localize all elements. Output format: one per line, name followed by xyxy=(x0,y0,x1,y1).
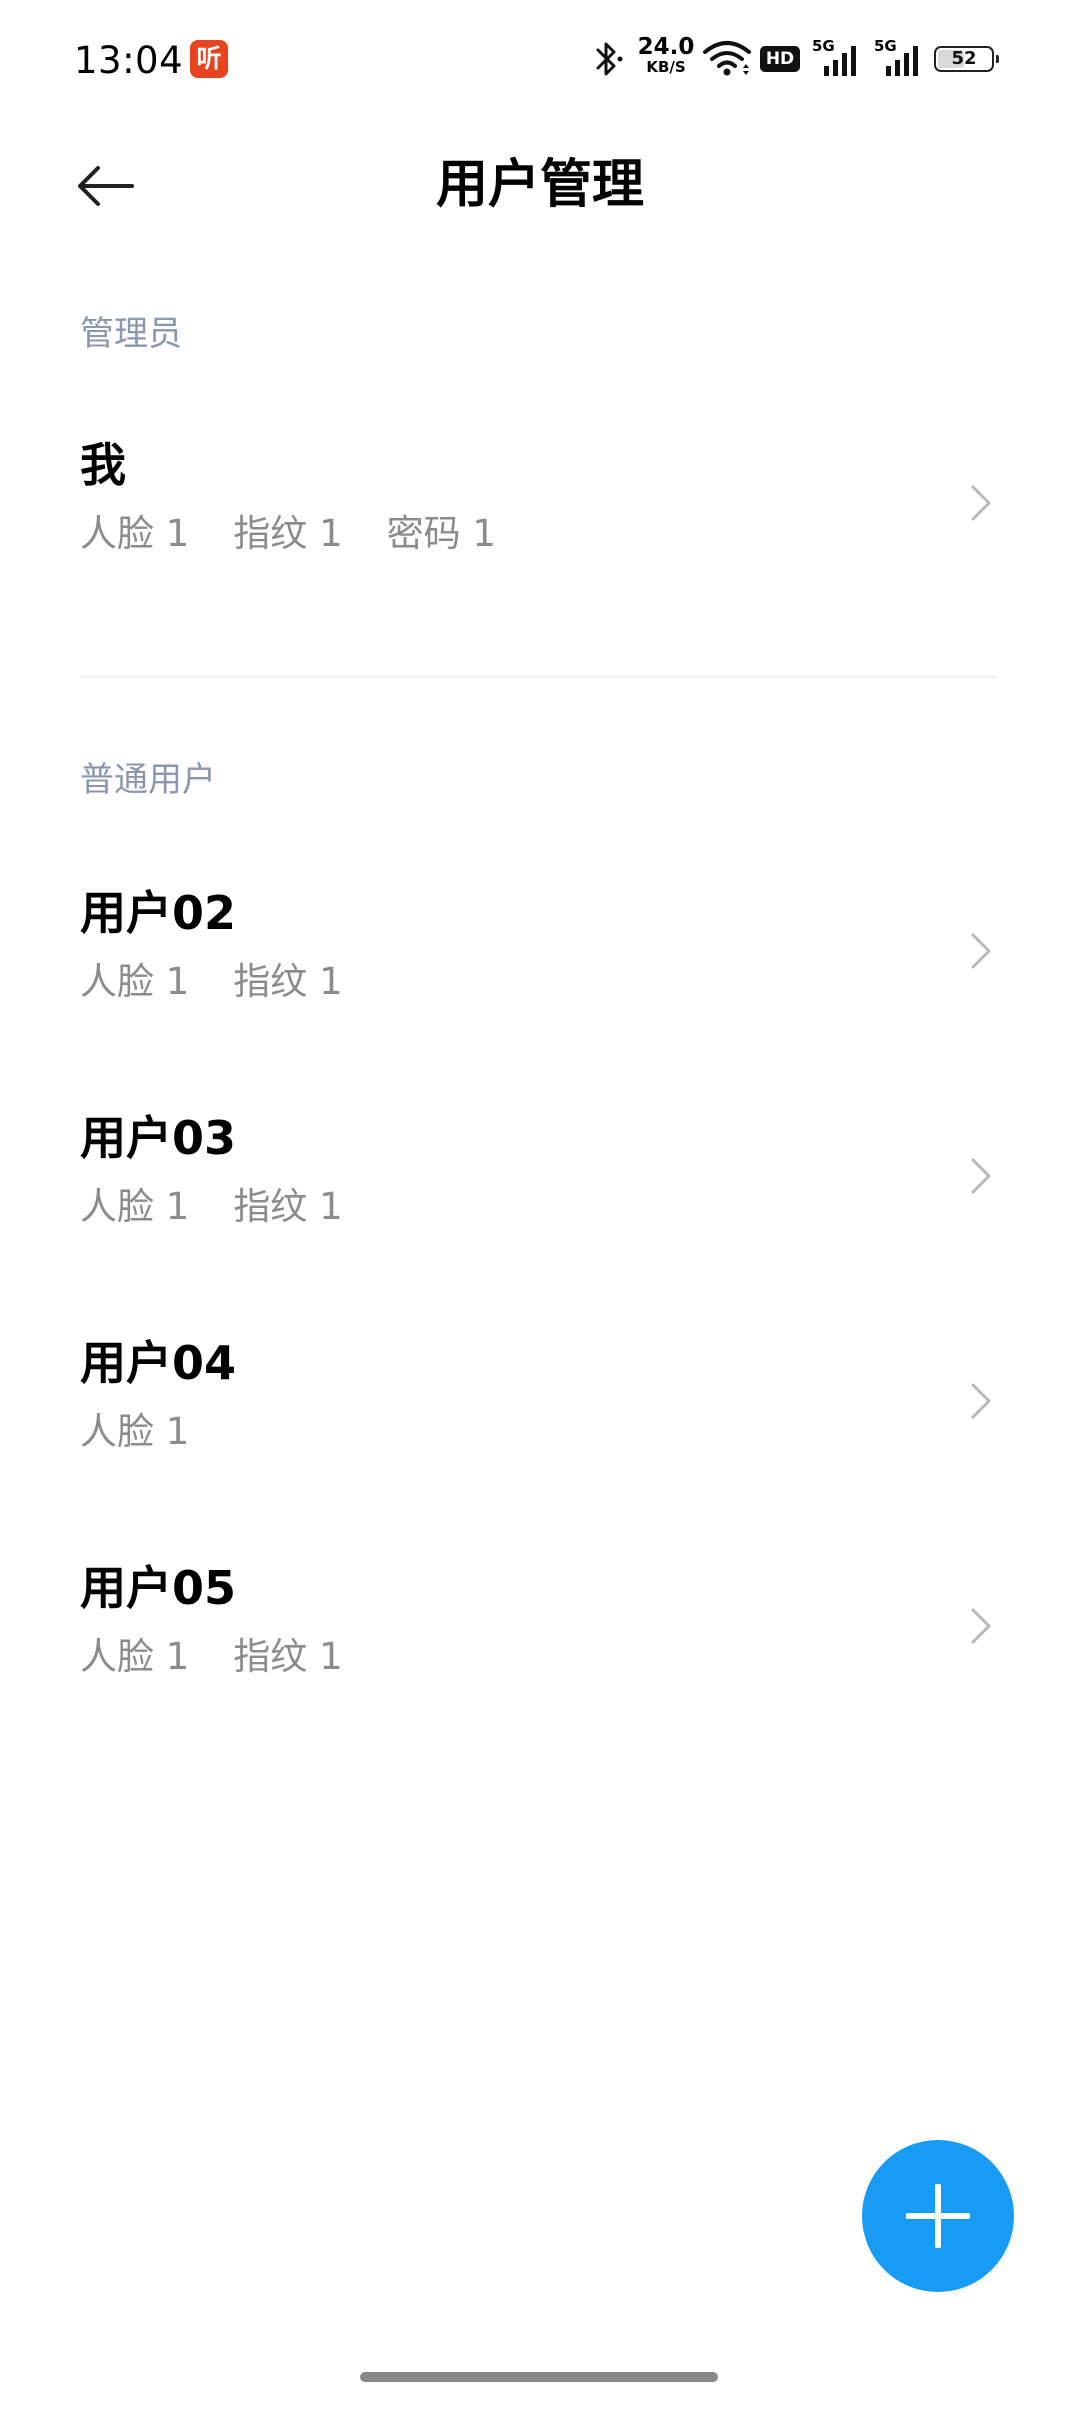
user-name: 用户03 xyxy=(80,1111,237,1165)
battery-icon: 52 xyxy=(934,46,999,72)
credential-password: 密码 1 xyxy=(386,512,496,555)
user-credentials: 人脸 1 xyxy=(80,1408,233,1456)
status-time: 13:04 xyxy=(74,39,184,82)
admin-user-row[interactable]: 我 人脸 1 指纹 1 密码 1 xyxy=(0,410,1080,610)
user-name: 用户05 xyxy=(80,1561,237,1615)
user-credentials: 人脸 1 指纹 1 xyxy=(80,1633,387,1681)
plus-icon xyxy=(906,2184,970,2248)
signal-icon xyxy=(824,46,856,76)
bluetooth-icon xyxy=(596,42,623,76)
credential-face: 人脸 1 xyxy=(80,1185,190,1228)
chevron-right-icon xyxy=(971,485,991,521)
network-speed: 24.0 KB/S xyxy=(636,36,696,75)
credential-face: 人脸 1 xyxy=(80,1635,190,1678)
credential-face: 人脸 1 xyxy=(80,960,190,1003)
user-row-02[interactable]: 用户02 人脸 1 指纹 1 xyxy=(0,858,1080,1058)
credential-fingerprint: 指纹 1 xyxy=(233,960,343,1003)
user-name: 用户04 xyxy=(80,1336,237,1390)
app-header: 用户管理 xyxy=(0,130,1080,240)
credential-fingerprint: 指纹 1 xyxy=(233,512,343,555)
hd-voice-icon: HD xyxy=(760,46,800,72)
credential-face: 人脸 1 xyxy=(80,1410,190,1453)
credential-fingerprint: 指纹 1 xyxy=(233,1635,343,1678)
network-speed-unit: KB/S xyxy=(646,58,686,76)
user-row-05[interactable]: 用户05 人脸 1 指纹 1 xyxy=(0,1533,1080,1733)
status-icons: 24.0 KB/S HD 5G 5G 52 xyxy=(592,36,1022,84)
chevron-right-icon xyxy=(971,1383,991,1419)
network-speed-value: 24.0 xyxy=(637,34,695,60)
app-notification-icon: 听 xyxy=(190,40,228,78)
add-user-button[interactable] xyxy=(862,2140,1014,2292)
section-label-normal-users: 普通用户 xyxy=(80,760,216,800)
credential-fingerprint: 指纹 1 xyxy=(233,1185,343,1228)
credential-face: 人脸 1 xyxy=(80,512,190,555)
section-label-admin: 管理员 xyxy=(80,314,182,354)
cellular-signal-2: 5G xyxy=(874,38,922,78)
status-bar: 13:04 听 24.0 KB/S HD 5G 5G 52 xyxy=(0,0,1080,120)
chevron-right-icon xyxy=(971,933,991,969)
chevron-right-icon xyxy=(971,1158,991,1194)
user-row-03[interactable]: 用户03 人脸 1 指纹 1 xyxy=(0,1083,1080,1283)
user-credentials: 人脸 1 指纹 1 密码 1 xyxy=(80,510,540,558)
wifi-icon xyxy=(703,41,751,76)
gesture-navigation-bar[interactable] xyxy=(360,2372,718,2382)
chevron-right-icon xyxy=(971,1608,991,1644)
user-credentials: 人脸 1 指纹 1 xyxy=(80,1183,387,1231)
user-name: 用户02 xyxy=(80,886,237,940)
user-credentials: 人脸 1 指纹 1 xyxy=(80,958,387,1006)
cellular-signal-1: 5G xyxy=(812,38,860,78)
page-title: 用户管理 xyxy=(435,155,644,215)
signal-icon xyxy=(886,46,918,76)
user-row-04[interactable]: 用户04 人脸 1 xyxy=(0,1308,1080,1508)
section-divider xyxy=(80,676,998,678)
battery-level: 52 xyxy=(951,48,977,69)
user-name: 我 xyxy=(80,438,126,492)
